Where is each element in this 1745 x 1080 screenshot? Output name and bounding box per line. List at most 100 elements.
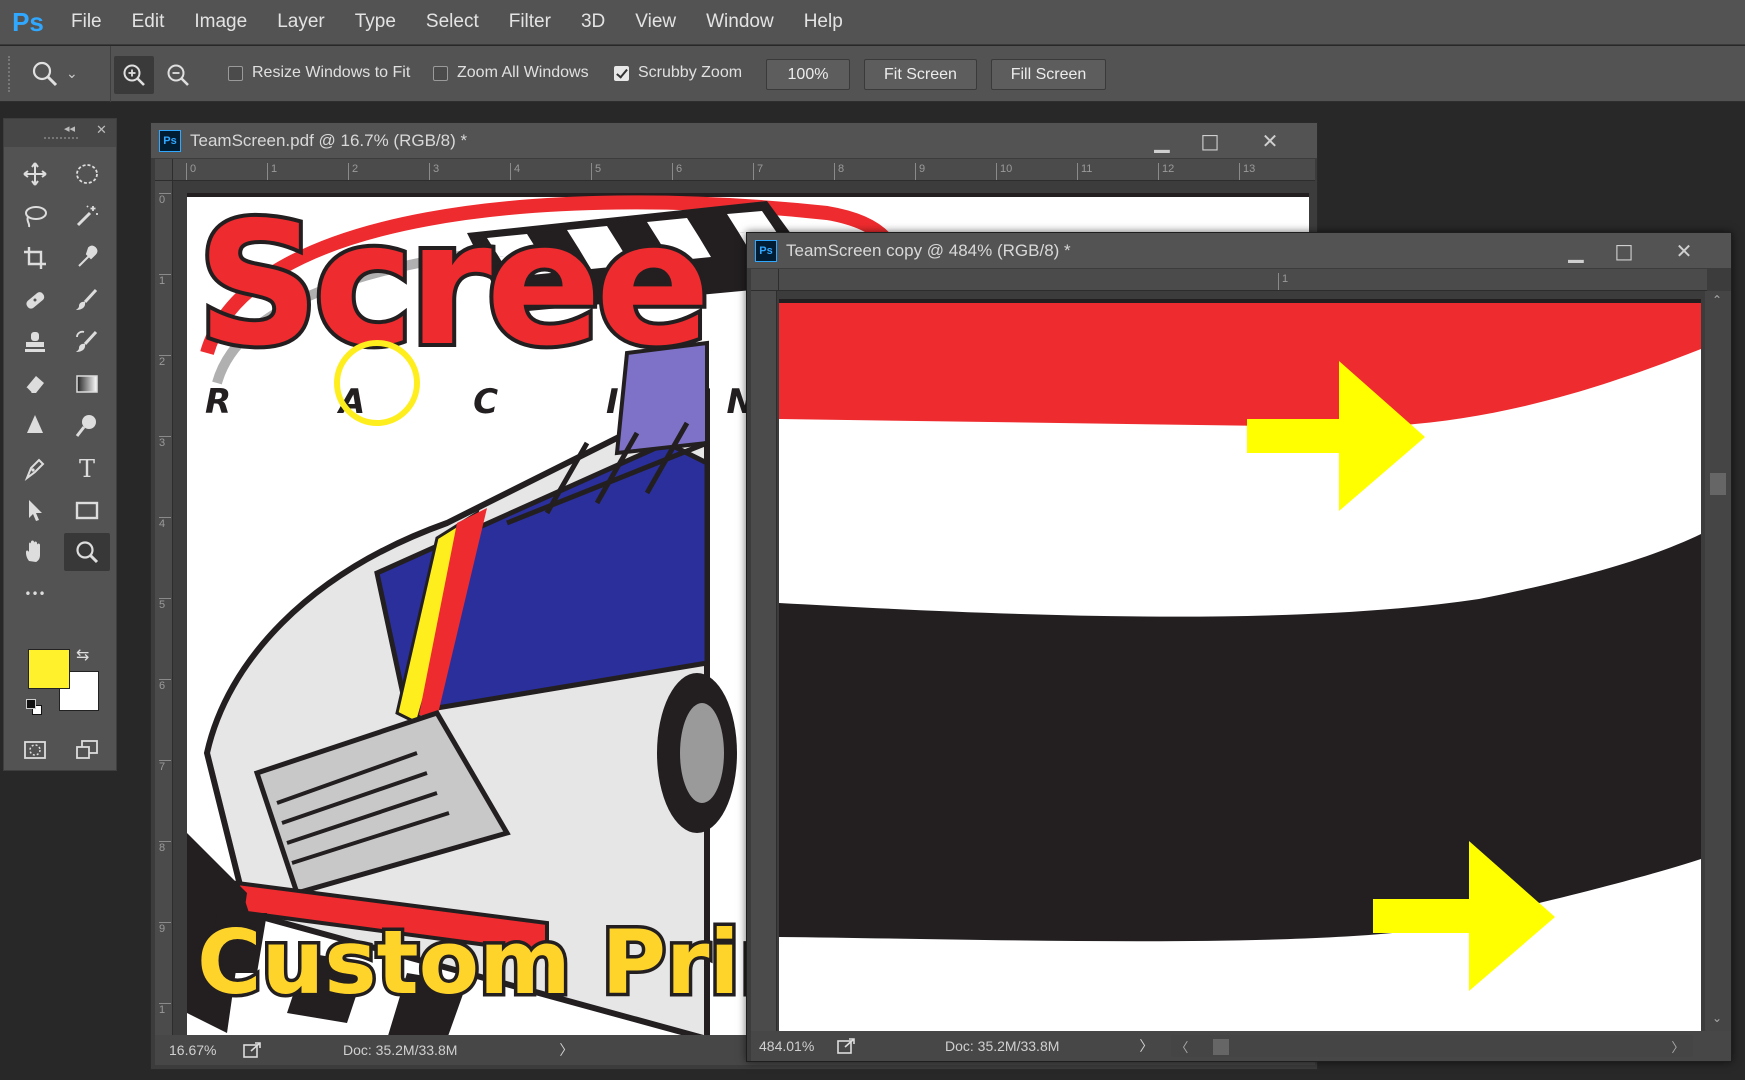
more-tool[interactable]: ••• <box>12 575 58 613</box>
zoom-level[interactable]: 16.67% <box>169 1042 229 1058</box>
move-icon <box>23 162 47 186</box>
foreground-color-swatch[interactable] <box>28 649 70 689</box>
blur-tool[interactable] <box>12 407 58 445</box>
blur-icon <box>27 415 43 433</box>
elliptical-marquee-icon <box>76 164 98 184</box>
options-bar: ⌄ Resize Windows to Fit Zoom All Windows… <box>0 46 1745 102</box>
ruler-origin[interactable] <box>155 159 173 181</box>
status-menu-arrow[interactable]: 〉 <box>1139 1036 1153 1056</box>
fill-screen-button[interactable]: Fill Screen <box>991 59 1106 90</box>
default-colors-icon[interactable] <box>26 699 42 715</box>
zoom-in-button[interactable] <box>114 56 154 94</box>
menu-3d[interactable]: 3D <box>566 11 620 33</box>
vertical-scrollbar[interactable]: ⌃ ⌄ <box>1705 291 1731 1031</box>
dodge-icon <box>75 415 96 437</box>
doc-size: Doc: 35.2M/33.8M <box>945 1038 1060 1054</box>
clone-stamp-tool[interactable] <box>12 323 58 361</box>
minimize-button[interactable]: ▁ <box>1555 237 1597 264</box>
lasso-tool[interactable] <box>12 197 58 235</box>
maximize-button[interactable]: □ <box>1603 237 1645 264</box>
gradient-tool[interactable] <box>64 365 110 403</box>
screen-mode-icon <box>76 740 98 759</box>
checkbox-box[interactable] <box>614 65 629 81</box>
checkbox-box[interactable] <box>433 65 448 81</box>
horizontal-scrollbar[interactable]: 〈 〉 <box>1171 1035 1694 1057</box>
elliptical-marquee-tool[interactable] <box>64 155 110 193</box>
zoom-100-button[interactable]: 100% <box>766 59 850 90</box>
collapse-icon[interactable]: ◂◂ <box>64 122 75 135</box>
hand-tool[interactable] <box>12 533 58 571</box>
pen-icon <box>24 458 45 481</box>
zoom-level[interactable]: 484.01% <box>759 1038 829 1054</box>
menu-layer[interactable]: Layer <box>262 11 340 33</box>
ruler-label: 6 <box>672 163 682 180</box>
eraser-tool[interactable] <box>12 365 58 403</box>
menu-edit[interactable]: Edit <box>117 11 180 33</box>
quick-mask-button[interactable] <box>12 731 58 769</box>
minimize-button[interactable]: ▁ <box>1141 127 1183 154</box>
zoom-all-windows-checkbox[interactable]: Zoom All Windows <box>433 64 589 82</box>
ruler-label: 11 <box>1077 163 1092 180</box>
zoom-tool[interactable] <box>64 533 110 571</box>
history-brush-icon <box>76 330 98 352</box>
menu-type[interactable]: Type <box>340 11 411 33</box>
checkbox-box[interactable] <box>228 65 243 81</box>
eyedropper-tool[interactable] <box>64 239 110 277</box>
history-brush-tool[interactable] <box>64 323 110 361</box>
zoomed-artwork <box>779 299 1701 991</box>
tool-preset-picker[interactable]: ⌄ <box>30 58 94 90</box>
close-button[interactable]: ✕ <box>1663 237 1705 264</box>
share-icon[interactable] <box>837 1037 857 1055</box>
horizontal-ruler[interactable]: 1 <box>779 269 1707 291</box>
panel-close-icon[interactable]: ✕ <box>96 123 107 138</box>
maximize-button[interactable]: □ <box>1189 127 1231 154</box>
crop-tool[interactable] <box>12 239 58 277</box>
dodge-tool[interactable] <box>64 407 110 445</box>
document-canvas[interactable] <box>779 299 1701 1031</box>
menu-window[interactable]: Window <box>691 11 789 33</box>
path-selection-tool[interactable] <box>12 491 58 529</box>
ruler-label: 9 <box>159 922 171 935</box>
scroll-thumb[interactable] <box>1710 473 1726 495</box>
menu-image[interactable]: Image <box>179 11 262 33</box>
pen-tool[interactable] <box>12 449 58 487</box>
move-tool[interactable] <box>12 155 58 193</box>
scroll-left-arrow[interactable]: 〈 <box>1175 1037 1188 1056</box>
scroll-down-arrow[interactable]: ⌄ <box>1712 1011 1722 1025</box>
share-icon[interactable] <box>243 1041 263 1059</box>
tools-panel-header[interactable]: ◂◂ ✕ <box>4 119 116 147</box>
swap-colors-icon[interactable]: ⇆ <box>76 645 89 664</box>
resize-windows-checkbox[interactable]: Resize Windows to Fit <box>228 64 410 82</box>
rectangle-tool[interactable] <box>64 491 110 529</box>
close-button[interactable]: ✕ <box>1249 127 1291 154</box>
magic-wand-tool[interactable] <box>64 197 110 235</box>
brush-tool[interactable] <box>64 281 110 319</box>
ruler-label: 7 <box>753 163 763 180</box>
ruler-label: 8 <box>834 163 844 180</box>
menu-file[interactable]: File <box>56 11 117 33</box>
scroll-right-arrow[interactable]: 〉 <box>1671 1037 1684 1056</box>
ruler-label: 0 <box>186 163 196 180</box>
type-icon: T <box>79 455 95 481</box>
menu-filter[interactable]: Filter <box>494 11 566 33</box>
menu-help[interactable]: Help <box>789 11 858 33</box>
screen-mode-button[interactable] <box>64 731 110 769</box>
type-tool[interactable]: T <box>64 449 110 487</box>
scroll-thumb[interactable] <box>1213 1039 1230 1055</box>
scrubby-zoom-checkbox[interactable]: Scrubby Zoom <box>614 64 742 82</box>
healing-brush-tool[interactable] <box>12 281 58 319</box>
menu-select[interactable]: Select <box>411 11 494 33</box>
fit-screen-button[interactable]: Fit Screen <box>864 59 977 90</box>
zoom-out-button[interactable] <box>158 56 198 94</box>
ruler-label: 0 <box>159 193 171 206</box>
scroll-up-arrow[interactable]: ⌃ <box>1712 293 1722 307</box>
status-menu-arrow[interactable]: 〉 <box>559 1040 573 1060</box>
vertical-ruler[interactable]: 0 1 2 3 4 5 6 7 8 9 1 <box>155 181 173 1043</box>
menu-view[interactable]: View <box>620 11 691 33</box>
document-titlebar[interactable]: Ps TeamScreen.pdf @ 16.7% (RGB/8) * ▁ □ … <box>151 123 1317 158</box>
horizontal-ruler[interactable]: 0 1 2 3 4 5 6 7 8 9 10 11 12 13 <box>173 159 1315 181</box>
ruler-origin[interactable] <box>751 269 779 291</box>
vertical-ruler[interactable] <box>751 291 777 1031</box>
document-window-teamscreen-copy[interactable]: Ps TeamScreen copy @ 484% (RGB/8) * ▁ □ … <box>746 232 1732 1062</box>
document-titlebar[interactable]: Ps TeamScreen copy @ 484% (RGB/8) * ▁ □ … <box>747 233 1731 268</box>
